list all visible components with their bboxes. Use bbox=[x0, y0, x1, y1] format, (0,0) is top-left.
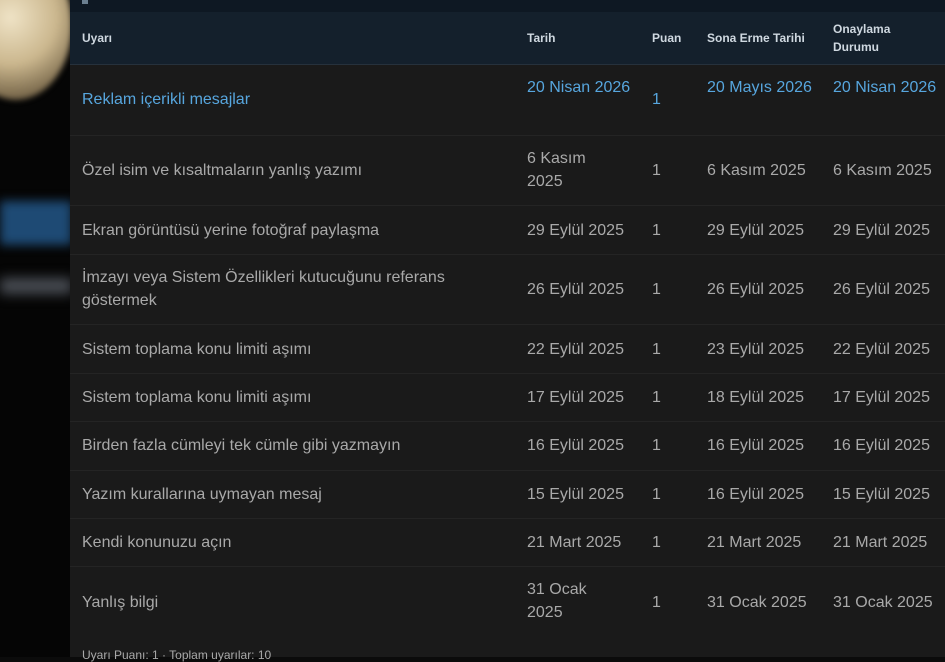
header-points: Puan bbox=[652, 31, 682, 45]
table-row: Ekran görüntüsü yerine fotoğraf paylaşma… bbox=[70, 206, 945, 255]
table-row: Birden fazla cümleyi tek cümle gibi yazm… bbox=[70, 422, 945, 471]
warning-points: 1 bbox=[652, 341, 661, 358]
warning-date: 22 Eylül 2025 bbox=[527, 341, 624, 358]
warning-expiry: 26 Eylül 2025 bbox=[707, 281, 804, 298]
warning-expiry: 16 Eylül 2025 bbox=[707, 437, 804, 454]
warning-date: 15 Eylül 2025 bbox=[527, 486, 624, 503]
table-row: İmzayı veya Sistem Özellikleri kutucuğun… bbox=[70, 255, 945, 325]
warning-approval: 17 Eylül 2025 bbox=[833, 389, 930, 406]
warning-expiry: 31 Ocak 2025 bbox=[707, 594, 807, 611]
warning-points: 1 bbox=[652, 534, 661, 551]
warning-approval: 21 Mart 2025 bbox=[833, 534, 928, 551]
warning-title: Birden fazla cümleyi tek cümle gibi yazm… bbox=[82, 437, 401, 454]
table-header: Uyarı Tarih Puan Sona Erme Tarihi Onayla… bbox=[70, 12, 945, 65]
warning-date: 26 Eylül 2025 bbox=[527, 281, 624, 298]
warning-points: 1 bbox=[652, 222, 661, 239]
header-approval-line2: Durumu bbox=[833, 40, 879, 54]
blurred-background bbox=[0, 0, 70, 657]
blurred-nav-item bbox=[0, 278, 70, 294]
warning-points: 1 bbox=[652, 162, 661, 179]
warning-points: 1 bbox=[652, 594, 661, 611]
table-row: Sistem toplama konu limiti aşımı 22 Eylü… bbox=[70, 325, 945, 374]
warning-approval: 22 Eylül 2025 bbox=[833, 341, 930, 358]
warning-expiry: 6 Kasım 2025 bbox=[707, 162, 806, 179]
header-approval: Onaylama Durumu bbox=[833, 20, 890, 56]
warning-date: 20 Nisan 2026 bbox=[527, 79, 631, 96]
warning-title: Sistem toplama konu limiti aşımı bbox=[82, 341, 312, 358]
header-expiry: Sona Erme Tarihi bbox=[707, 31, 805, 45]
warning-approval: 15 Eylül 2025 bbox=[833, 486, 930, 503]
table-row: Kendi konunuzu açın 21 Mart 2025 1 21 Ma… bbox=[70, 519, 945, 567]
warning-title: Kendi konunuzu açın bbox=[82, 534, 232, 551]
warning-date: 29 Eylül 2025 bbox=[527, 222, 624, 239]
blurred-nav-item bbox=[0, 201, 70, 245]
warning-title: Yazım kurallarına uymayan mesaj bbox=[82, 486, 322, 503]
warnings-panel: Uyarı Tarih Puan Sona Erme Tarihi Onayla… bbox=[70, 0, 945, 657]
warning-expiry: 16 Eylül 2025 bbox=[707, 486, 804, 503]
warning-date: 31 Ocak 2025 bbox=[527, 581, 587, 621]
warning-points: 1 bbox=[652, 486, 661, 503]
warning-expiry: 18 Eylül 2025 bbox=[707, 389, 804, 406]
header-approval-line1: Onaylama bbox=[833, 22, 891, 36]
table-row: Yanlış bilgi 31 Ocak 2025 1 31 Ocak 2025… bbox=[70, 567, 945, 638]
strip-marker bbox=[82, 0, 88, 4]
header-date: Tarih bbox=[527, 31, 556, 45]
warning-approval: 20 Nisan 2026 bbox=[833, 79, 937, 96]
table-row: Özel isim ve kısaltmaların yanlış yazımı… bbox=[70, 136, 945, 206]
warning-approval: 6 Kasım 2025 bbox=[833, 162, 932, 179]
warning-title: Özel isim ve kısaltmaların yanlış yazımı bbox=[82, 162, 363, 179]
warning-approval: 31 Ocak 2025 bbox=[833, 594, 933, 611]
warning-title-link[interactable]: Reklam içerikli mesajlar bbox=[82, 88, 502, 111]
warning-title: İmzayı veya Sistem Özellikleri kutucuğun… bbox=[82, 269, 445, 309]
warning-date: 21 Mart 2025 bbox=[527, 534, 622, 551]
warning-expiry: 23 Eylül 2025 bbox=[707, 341, 804, 358]
panel-top-strip bbox=[70, 0, 945, 12]
warning-approval: 26 Eylül 2025 bbox=[833, 281, 930, 298]
warning-summary: Uyarı Puanı: 1 · Toplam uyarılar: 10 bbox=[82, 648, 272, 662]
warning-approval: 16 Eylül 2025 bbox=[833, 437, 930, 454]
warning-points: 1 bbox=[652, 281, 661, 298]
warning-title: Yanlış bilgi bbox=[82, 594, 159, 611]
header-warning: Uyarı bbox=[82, 31, 113, 45]
warning-date: 6 Kasım 2025 bbox=[527, 150, 586, 190]
warning-points: 1 bbox=[652, 91, 661, 108]
warning-date: 17 Eylül 2025 bbox=[527, 389, 624, 406]
warning-expiry: 20 Mayıs 2026 bbox=[707, 79, 812, 96]
warning-approval: 29 Eylül 2025 bbox=[833, 222, 930, 239]
warning-expiry: 29 Eylül 2025 bbox=[707, 222, 804, 239]
warning-points: 1 bbox=[652, 389, 661, 406]
warning-expiry: 21 Mart 2025 bbox=[707, 534, 802, 551]
warning-date: 16 Eylül 2025 bbox=[527, 437, 624, 454]
moon-image bbox=[0, 0, 70, 100]
table-row: Yazım kurallarına uymayan mesaj 15 Eylül… bbox=[70, 471, 945, 519]
warning-title: Ekran görüntüsü yerine fotoğraf paylaşma bbox=[82, 222, 380, 239]
table-row: Sistem toplama konu limiti aşımı 17 Eylü… bbox=[70, 374, 945, 422]
warning-points: 1 bbox=[652, 437, 661, 454]
table-row: Reklam içerikli mesajlar 20 Nisan 2026 1… bbox=[70, 65, 945, 136]
warning-title: Sistem toplama konu limiti aşımı bbox=[82, 389, 312, 406]
